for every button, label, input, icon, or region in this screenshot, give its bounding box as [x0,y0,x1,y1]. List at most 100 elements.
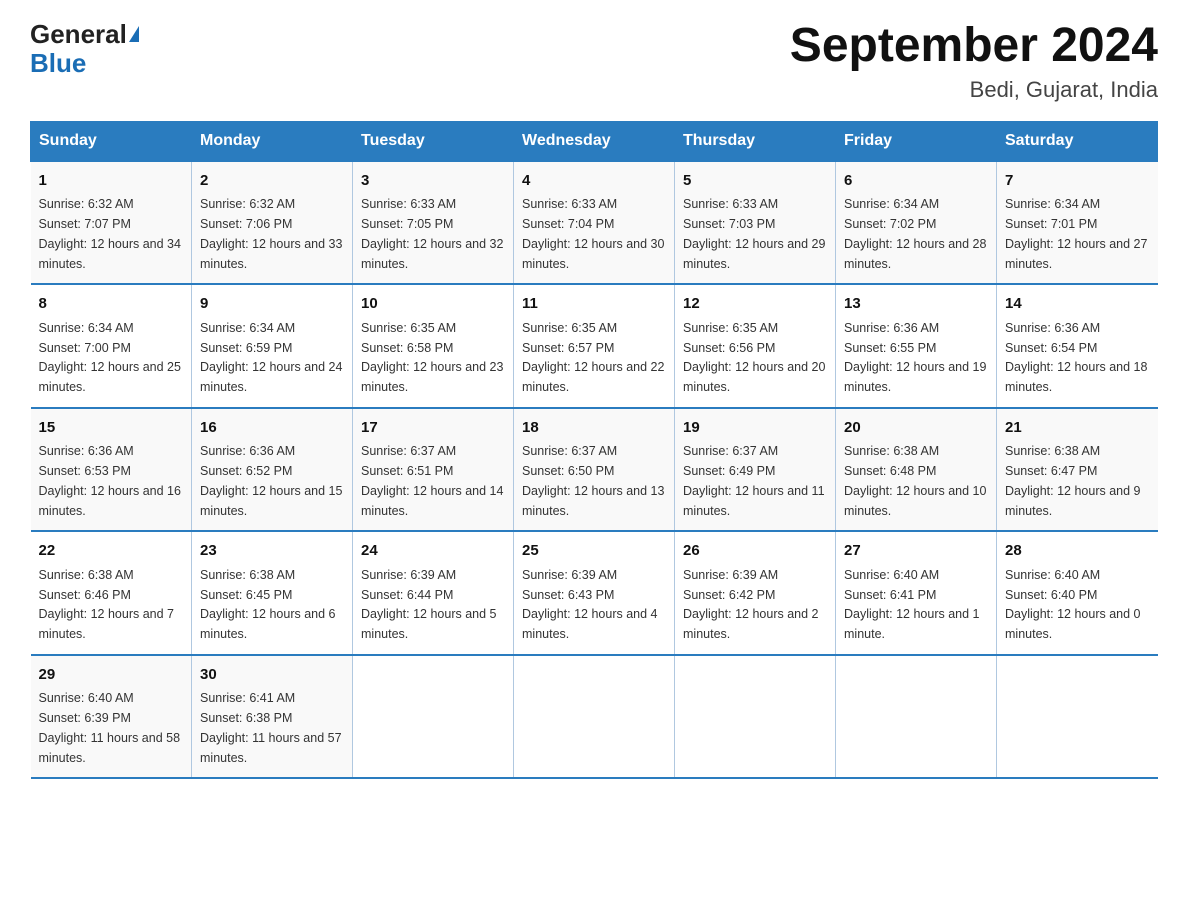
day-number: 8 [39,293,184,316]
day-number: 14 [1005,293,1150,316]
day-number: 19 [683,417,827,440]
calendar-cell: 2 Sunrise: 6:32 AMSunset: 7:06 PMDaylight… [192,161,353,285]
calendar-cell: 21Sunrise: 6:38 AMSunset: 6:47 PMDayligh… [997,408,1158,532]
col-wednesday: Wednesday [514,121,675,161]
logo: General Blue [30,20,139,77]
calendar-cell: 6 Sunrise: 6:34 AMSunset: 7:02 PMDaylight… [836,161,997,285]
calendar-cell: 5Sunrise: 6:33 AMSunset: 7:03 PMDaylight… [675,161,836,285]
day-number: 20 [844,417,988,440]
calendar-cell: 28 Sunrise: 6:40 AMSunset: 6:40 PMDayligh… [997,531,1158,655]
calendar-cell: 26 Sunrise: 6:39 AMSunset: 6:42 PMDayligh… [675,531,836,655]
day-info: Sunrise: 6:38 AMSunset: 6:48 PMDaylight:… [844,444,986,517]
day-info: Sunrise: 6:36 AMSunset: 6:53 PMDaylight:… [39,444,181,517]
day-number: 3 [361,170,505,193]
page-title: September 2024 [790,20,1158,73]
day-number: 30 [200,664,344,687]
day-number: 4 [522,170,666,193]
day-info: Sunrise: 6:35 AMSunset: 6:56 PMDaylight:… [683,321,825,394]
day-number: 1 [39,170,184,193]
calendar-cell: 7 Sunrise: 6:34 AMSunset: 7:01 PMDaylight… [997,161,1158,285]
day-number: 10 [361,293,505,316]
col-sunday: Sunday [31,121,192,161]
day-number: 18 [522,417,666,440]
calendar-cell: 29 Sunrise: 6:40 AMSunset: 6:39 PMDayligh… [31,655,192,779]
day-info: Sunrise: 6:40 AMSunset: 6:41 PMDaylight:… [844,568,980,641]
day-number: 29 [39,664,184,687]
calendar-cell: 18 Sunrise: 6:37 AMSunset: 6:50 PMDayligh… [514,408,675,532]
calendar-week-5: 29 Sunrise: 6:40 AMSunset: 6:39 PMDayligh… [31,655,1158,779]
calendar-cell: 12 Sunrise: 6:35 AMSunset: 6:56 PMDayligh… [675,284,836,408]
day-info: Sunrise: 6:37 AMSunset: 6:51 PMDaylight:… [361,444,503,517]
calendar-week-4: 22 Sunrise: 6:38 AMSunset: 6:46 PMDayligh… [31,531,1158,655]
day-info: Sunrise: 6:37 AMSunset: 6:50 PMDaylight:… [522,444,664,517]
day-number: 12 [683,293,827,316]
calendar-cell: 30Sunrise: 6:41 AMSunset: 6:38 PMDayligh… [192,655,353,779]
logo-triangle-icon [129,26,139,42]
day-number: 28 [1005,540,1150,563]
calendar-cell: 4 Sunrise: 6:33 AMSunset: 7:04 PMDaylight… [514,161,675,285]
col-thursday: Thursday [675,121,836,161]
day-number: 26 [683,540,827,563]
calendar-cell: 24Sunrise: 6:39 AMSunset: 6:44 PMDayligh… [353,531,514,655]
calendar-cell: 11 Sunrise: 6:35 AMSunset: 6:57 PMDayligh… [514,284,675,408]
logo-general-text: General [30,20,127,49]
day-number: 22 [39,540,184,563]
day-number: 9 [200,293,344,316]
day-number: 27 [844,540,988,563]
day-info: Sunrise: 6:35 AMSunset: 6:57 PMDaylight:… [522,321,664,394]
col-friday: Friday [836,121,997,161]
day-number: 15 [39,417,184,440]
day-number: 2 [200,170,344,193]
day-number: 23 [200,540,344,563]
calendar-cell: 27 Sunrise: 6:40 AMSunset: 6:41 PMDayligh… [836,531,997,655]
day-info: Sunrise: 6:32 AMSunset: 7:07 PMDaylight:… [39,197,181,270]
calendar-cell: 16 Sunrise: 6:36 AMSunset: 6:52 PMDayligh… [192,408,353,532]
calendar-cell [514,655,675,779]
calendar-cell: 14Sunrise: 6:36 AMSunset: 6:54 PMDayligh… [997,284,1158,408]
day-info: Sunrise: 6:34 AMSunset: 7:01 PMDaylight:… [1005,197,1147,270]
day-info: Sunrise: 6:38 AMSunset: 6:46 PMDaylight:… [39,568,175,641]
calendar-cell: 15 Sunrise: 6:36 AMSunset: 6:53 PMDayligh… [31,408,192,532]
calendar-cell: 17Sunrise: 6:37 AMSunset: 6:51 PMDayligh… [353,408,514,532]
day-info: Sunrise: 6:36 AMSunset: 6:52 PMDaylight:… [200,444,342,517]
day-number: 25 [522,540,666,563]
calendar-table: Sunday Monday Tuesday Wednesday Thursday… [30,121,1158,780]
calendar-cell: 23 Sunrise: 6:38 AMSunset: 6:45 PMDayligh… [192,531,353,655]
day-number: 6 [844,170,988,193]
day-info: Sunrise: 6:38 AMSunset: 6:45 PMDaylight:… [200,568,336,641]
calendar-cell [353,655,514,779]
day-info: Sunrise: 6:39 AMSunset: 6:44 PMDaylight:… [361,568,497,641]
day-number: 16 [200,417,344,440]
calendar-cell: 19Sunrise: 6:37 AMSunset: 6:49 PMDayligh… [675,408,836,532]
day-info: Sunrise: 6:39 AMSunset: 6:42 PMDaylight:… [683,568,819,641]
logo-blue-text: Blue [30,48,86,78]
col-tuesday: Tuesday [353,121,514,161]
calendar-week-1: 1 Sunrise: 6:32 AMSunset: 7:07 PMDaylight… [31,161,1158,285]
calendar-cell: 9 Sunrise: 6:34 AMSunset: 6:59 PMDaylight… [192,284,353,408]
col-monday: Monday [192,121,353,161]
calendar-cell: 10Sunrise: 6:35 AMSunset: 6:58 PMDayligh… [353,284,514,408]
calendar-cell: 13Sunrise: 6:36 AMSunset: 6:55 PMDayligh… [836,284,997,408]
day-info: Sunrise: 6:33 AMSunset: 7:03 PMDaylight:… [683,197,825,270]
day-info: Sunrise: 6:34 AMSunset: 7:00 PMDaylight:… [39,321,181,394]
day-info: Sunrise: 6:33 AMSunset: 7:05 PMDaylight:… [361,197,503,270]
page-subtitle: Bedi, Gujarat, India [790,77,1158,103]
title-block: September 2024 Bedi, Gujarat, India [790,20,1158,103]
day-info: Sunrise: 6:34 AMSunset: 7:02 PMDaylight:… [844,197,986,270]
calendar-cell: 8 Sunrise: 6:34 AMSunset: 7:00 PMDaylight… [31,284,192,408]
day-info: Sunrise: 6:34 AMSunset: 6:59 PMDaylight:… [200,321,342,394]
day-info: Sunrise: 6:39 AMSunset: 6:43 PMDaylight:… [522,568,658,641]
calendar-week-3: 15 Sunrise: 6:36 AMSunset: 6:53 PMDayligh… [31,408,1158,532]
col-saturday: Saturday [997,121,1158,161]
day-info: Sunrise: 6:40 AMSunset: 6:40 PMDaylight:… [1005,568,1141,641]
day-info: Sunrise: 6:33 AMSunset: 7:04 PMDaylight:… [522,197,664,270]
calendar-cell [675,655,836,779]
calendar-cell [836,655,997,779]
calendar-cell: 25 Sunrise: 6:39 AMSunset: 6:43 PMDayligh… [514,531,675,655]
day-info: Sunrise: 6:36 AMSunset: 6:55 PMDaylight:… [844,321,986,394]
day-number: 11 [522,293,666,316]
day-info: Sunrise: 6:32 AMSunset: 7:06 PMDaylight:… [200,197,342,270]
day-number: 7 [1005,170,1150,193]
calendar-cell: 3 Sunrise: 6:33 AMSunset: 7:05 PMDaylight… [353,161,514,285]
day-info: Sunrise: 6:40 AMSunset: 6:39 PMDaylight:… [39,691,181,764]
